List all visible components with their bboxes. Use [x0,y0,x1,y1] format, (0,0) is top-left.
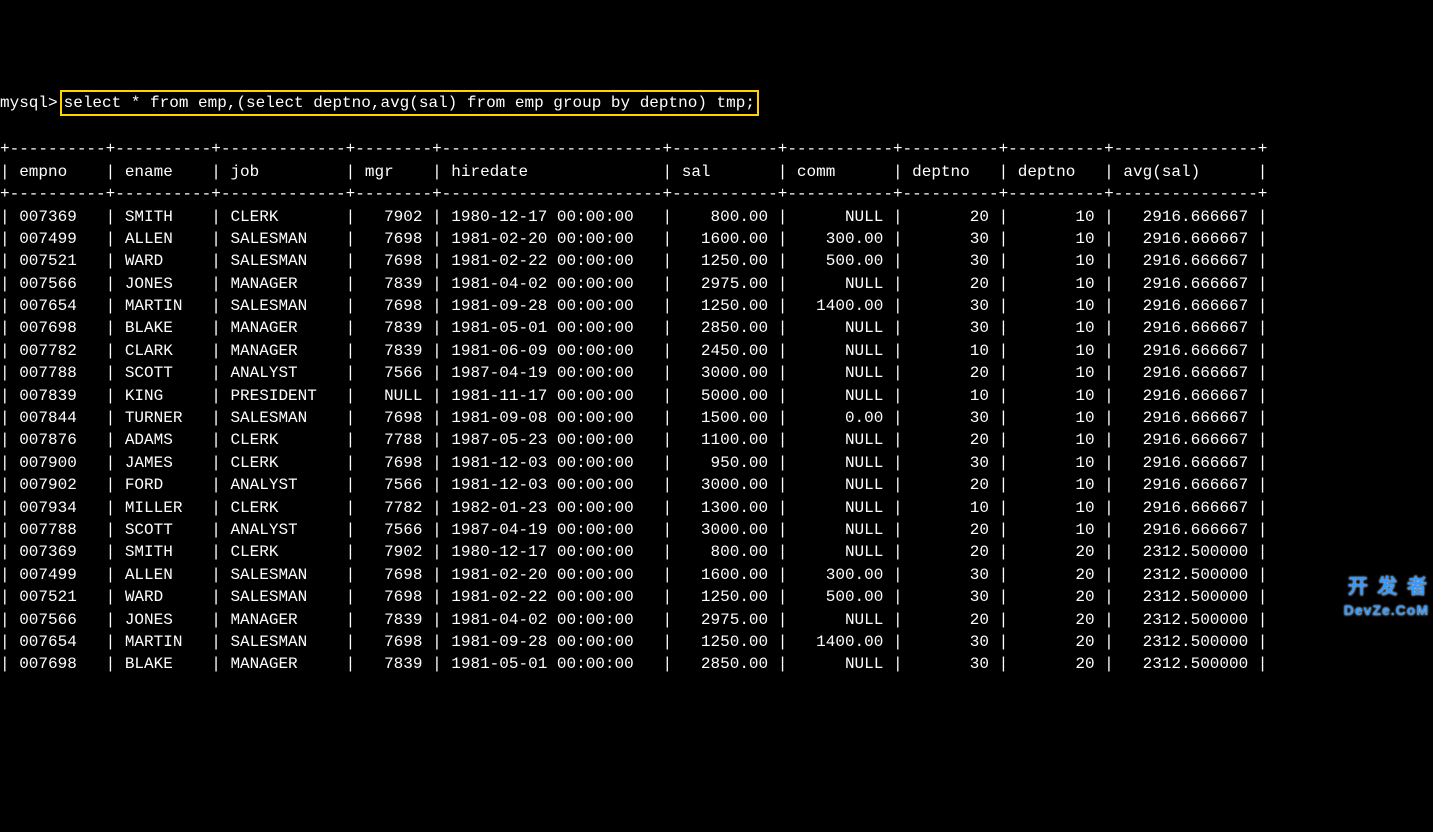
sql-command[interactable]: select * from emp,(select deptno,avg(sal… [60,90,759,116]
prompt-label: mysql> [0,92,58,114]
command-line: mysql> select * from emp,(select deptno,… [0,90,1433,116]
result-table: +----------+----------+-------------+---… [0,138,1433,675]
